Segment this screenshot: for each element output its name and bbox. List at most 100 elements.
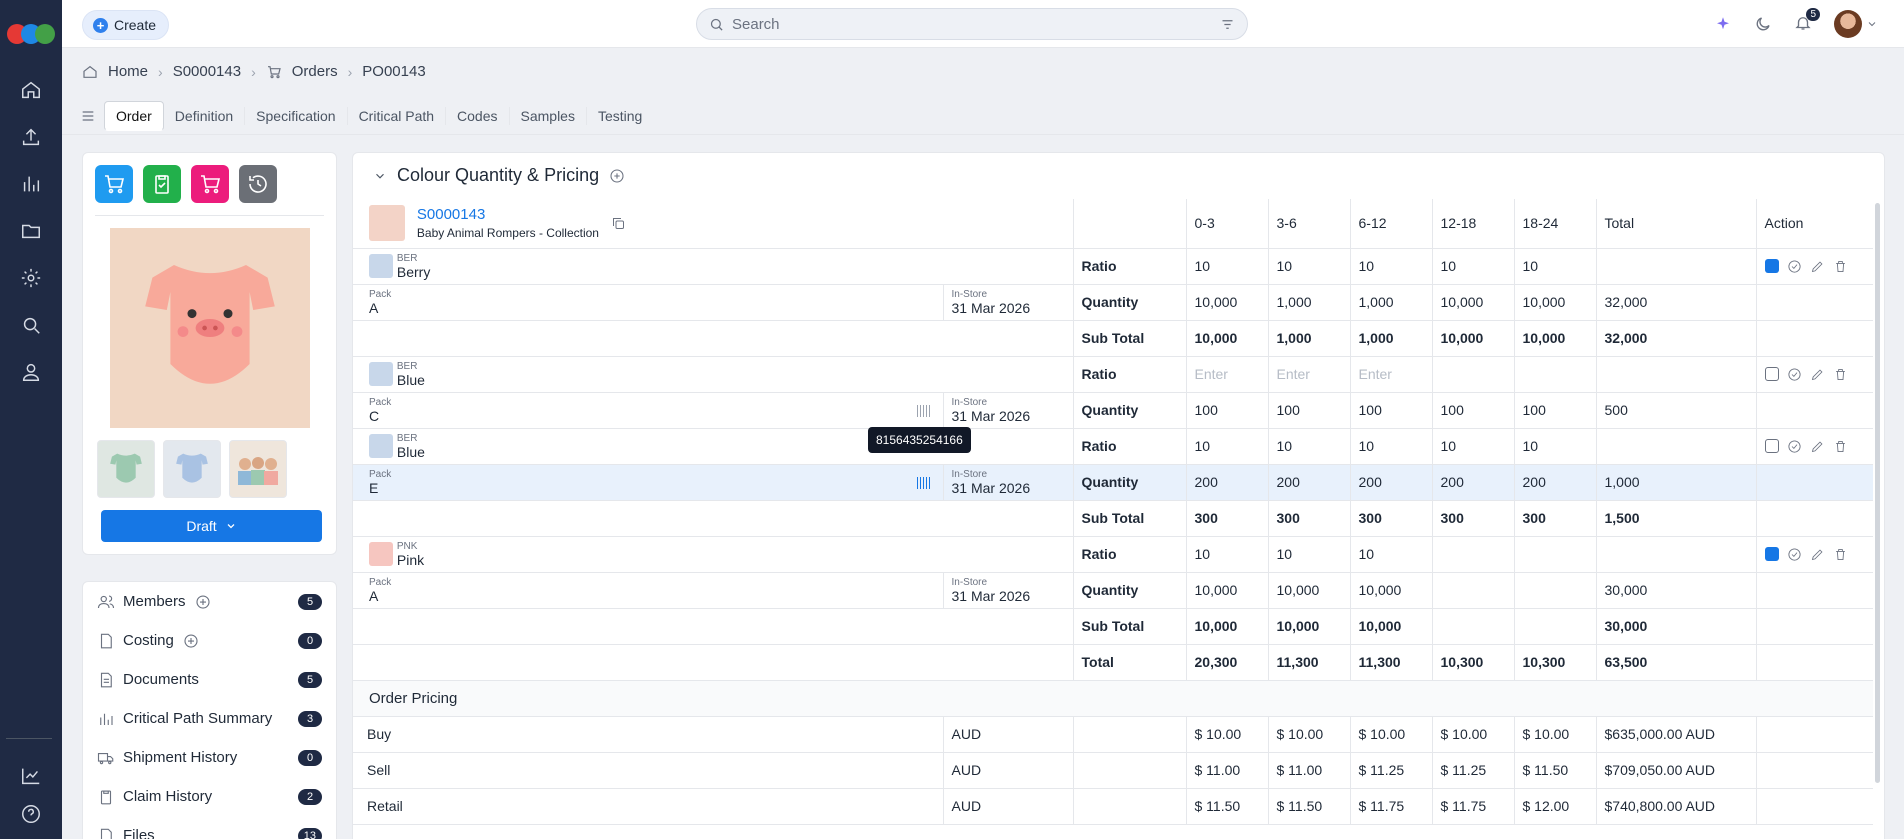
price-cell[interactable]: $ 11.00	[1267, 752, 1350, 789]
add-circle-icon[interactable]	[182, 632, 200, 650]
chevron-down-icon[interactable]	[373, 169, 387, 183]
draft-status-button[interactable]: Draft	[101, 510, 322, 542]
trash-icon[interactable]	[1833, 439, 1848, 454]
barcode-icon[interactable]	[916, 476, 931, 489]
price-cell[interactable]: $ 11.50	[1185, 788, 1268, 825]
price-cell[interactable]: $ 11.25	[1431, 752, 1514, 789]
price-cell[interactable]: $ 11.25	[1349, 752, 1432, 789]
ratio-cell[interactable]: 10	[1267, 248, 1350, 285]
filter-icon[interactable]	[1220, 17, 1235, 32]
ratio-cell[interactable]: 10	[1349, 536, 1432, 573]
check-circle-icon[interactable]	[1787, 547, 1802, 562]
ratio-cell[interactable]: 10	[1267, 536, 1350, 573]
chart-icon[interactable]	[0, 160, 62, 207]
pencil-icon[interactable]	[1810, 367, 1825, 382]
tab-testing[interactable]: Testing	[587, 107, 653, 125]
ratio-cell[interactable]: 10	[1513, 428, 1596, 465]
price-cell[interactable]: $ 11.00	[1185, 752, 1268, 789]
side-item-critical-path-summary[interactable]: Critical Path Summary 3	[83, 699, 336, 738]
upload-icon[interactable]	[0, 113, 62, 160]
add-circle-icon[interactable]	[609, 168, 625, 184]
ratio-cell[interactable]: 10	[1185, 428, 1268, 465]
add-circle-icon[interactable]	[194, 593, 212, 611]
price-cell[interactable]: $ 10.00	[1349, 716, 1432, 753]
ratio-cell[interactable]: 10	[1185, 248, 1268, 285]
sparkle-icon[interactable]	[1714, 15, 1732, 33]
user-icon[interactable]	[0, 348, 62, 395]
notifications-button[interactable]: 5	[1794, 7, 1820, 35]
ratio-cell[interactable]: 10	[1267, 428, 1350, 465]
side-item-claim-history[interactable]: Claim History 2	[83, 777, 336, 816]
moon-icon[interactable]	[1754, 15, 1772, 33]
ratio-cell[interactable]: 10	[1349, 428, 1432, 465]
style-code-link[interactable]: S0000143	[417, 206, 599, 223]
check-circle-icon[interactable]	[1787, 367, 1802, 382]
history-button[interactable]	[239, 165, 277, 203]
breadcrumb-style[interactable]: S0000143	[173, 63, 241, 80]
breadcrumb-home[interactable]: Home	[108, 63, 148, 80]
checkbox-checked[interactable]	[1764, 547, 1779, 561]
checkbox[interactable]	[1764, 439, 1779, 453]
side-item-documents[interactable]: Documents 5	[83, 660, 336, 699]
price-cell[interactable]: $ 11.50	[1513, 752, 1596, 789]
app-logo[interactable]	[5, 14, 57, 52]
trash-icon[interactable]	[1833, 259, 1848, 274]
price-cell[interactable]: $ 10.00	[1431, 716, 1514, 753]
colour-name: Berry	[396, 263, 431, 280]
ratio-input[interactable]: Enter	[1185, 356, 1268, 393]
checkbox-checked[interactable]	[1764, 259, 1779, 273]
pencil-icon[interactable]	[1810, 259, 1825, 274]
check-circle-icon[interactable]	[1787, 439, 1802, 454]
check-circle-icon[interactable]	[1787, 259, 1802, 274]
ratio-cell[interactable]: 10	[1513, 248, 1596, 285]
clipboard-button[interactable]	[143, 165, 181, 203]
thumb-babies-photo[interactable]	[229, 440, 287, 498]
pencil-icon[interactable]	[1810, 547, 1825, 562]
tab-samples[interactable]: Samples	[510, 106, 587, 125]
user-menu[interactable]	[1834, 10, 1878, 38]
price-cell[interactable]: $ 11.50	[1267, 788, 1350, 825]
ratio-cell[interactable]: 10	[1349, 248, 1432, 285]
thumb-green-romper[interactable]	[97, 440, 155, 498]
pencil-icon[interactable]	[1810, 439, 1825, 454]
checkbox[interactable]	[1764, 367, 1779, 381]
thumb-blue-romper[interactable]	[163, 440, 221, 498]
search-icon[interactable]	[0, 301, 62, 348]
ratio-input[interactable]: Enter	[1267, 356, 1350, 393]
copy-icon[interactable]	[611, 216, 626, 231]
cart-remove-button[interactable]	[191, 165, 229, 203]
price-cell[interactable]: $ 10.00	[1185, 716, 1268, 753]
menu-icon[interactable]	[80, 108, 96, 124]
ratio-cell[interactable]: 10	[1431, 428, 1514, 465]
ratio-input[interactable]: Enter	[1349, 356, 1432, 393]
price-cell[interactable]: $ 10.00	[1267, 716, 1350, 753]
ratio-cell[interactable]: 10	[1431, 248, 1514, 285]
cart-add-button[interactable]	[95, 165, 133, 203]
tab-critical-path[interactable]: Critical Path	[348, 106, 447, 125]
side-item-files[interactable]: Files 13	[83, 816, 336, 839]
product-panel: Draft	[82, 152, 337, 555]
price-cell[interactable]: $ 11.75	[1431, 788, 1514, 825]
tab-specification[interactable]: Specification	[245, 106, 348, 125]
price-cell[interactable]: $ 12.00	[1513, 788, 1596, 825]
home-icon[interactable]	[0, 66, 62, 113]
barcode-icon[interactable]	[916, 404, 931, 417]
trash-icon[interactable]	[1833, 367, 1848, 382]
breadcrumb-orders[interactable]: Orders	[292, 63, 338, 80]
ratio-cell[interactable]: 10	[1185, 536, 1268, 573]
tab-definition[interactable]: Definition	[164, 106, 246, 125]
tab-codes[interactable]: Codes	[446, 106, 510, 125]
side-item-shipment-history[interactable]: Shipment History 0	[83, 738, 336, 777]
side-item-members[interactable]: Members 5	[83, 582, 336, 621]
search-input[interactable]: Search	[696, 8, 1248, 40]
side-item-costing[interactable]: Costing 0	[83, 621, 336, 660]
tab-order[interactable]: Order	[104, 100, 164, 131]
create-button[interactable]: + Create	[82, 10, 170, 40]
trash-icon[interactable]	[1833, 547, 1848, 562]
help-icon[interactable]	[0, 790, 62, 837]
gear-icon[interactable]	[0, 254, 62, 301]
price-cell[interactable]: $ 10.00	[1513, 716, 1596, 753]
price-cell[interactable]: $ 11.75	[1349, 788, 1432, 825]
folder-icon[interactable]	[0, 207, 62, 254]
scrollbar[interactable]	[1875, 203, 1880, 783]
